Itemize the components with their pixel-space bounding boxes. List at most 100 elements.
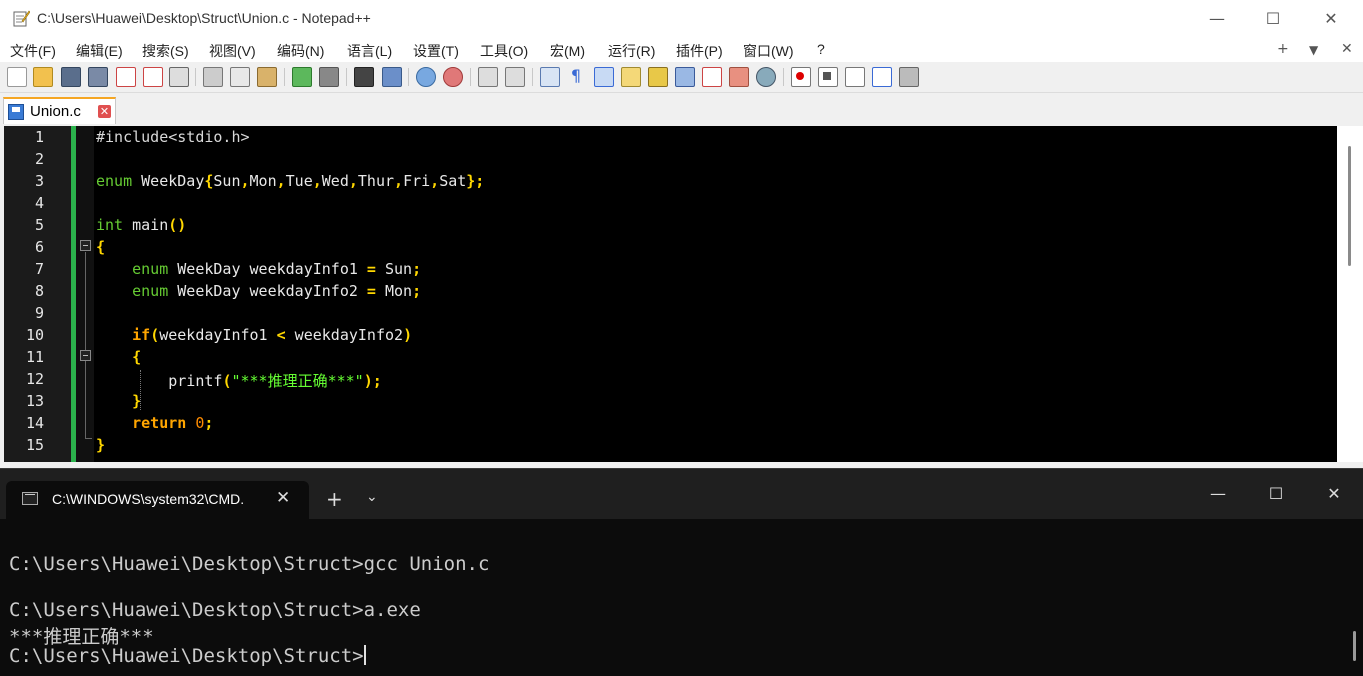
sync-horizontal-icon[interactable] — [505, 67, 525, 87]
monitoring-icon[interactable] — [756, 67, 776, 87]
sync-vertical-icon[interactable] — [478, 67, 498, 87]
maximize-button[interactable]: ☐ — [1250, 6, 1296, 32]
close-all-icon[interactable] — [143, 67, 163, 87]
fold-toggle-icon[interactable] — [80, 350, 91, 361]
menu-bar: 文件(F) 编辑(E) 搜索(S) 视图(V) 编码(N) 语言(L) 设置(T… — [0, 38, 1363, 62]
keyword: enum — [132, 282, 169, 300]
scrollbar-thumb[interactable] — [1348, 146, 1351, 266]
menu-macro[interactable]: 宏(M) — [550, 41, 585, 61]
redo-icon[interactable] — [319, 67, 339, 87]
terminal-scrollbar-thumb[interactable] — [1353, 631, 1356, 661]
toolbar-separator — [408, 68, 409, 86]
tab-union-c[interactable]: Union.c ✕ — [3, 97, 116, 124]
close-button[interactable]: ✕ — [1308, 6, 1354, 32]
terminal-output[interactable]: C:\Users\Huawei\Desktop\Struct>gcc Union… — [0, 519, 1363, 676]
terminal-line: C:\Users\Huawei\Desktop\Struct>gcc Union… — [9, 553, 490, 575]
save-all-icon[interactable] — [88, 67, 108, 87]
identifier: weekdayInfo1 — [159, 326, 268, 344]
new-file-icon[interactable] — [7, 67, 27, 87]
print-icon[interactable] — [169, 67, 189, 87]
title-bar: C:\Users\Huawei\Desktop\Struct\Union.c -… — [0, 0, 1363, 38]
menu-edit[interactable]: 编辑(E) — [76, 41, 123, 61]
menu-window[interactable]: 窗口(W) — [743, 41, 794, 61]
operator: = — [357, 260, 376, 278]
code-line-6: { — [96, 238, 105, 256]
profile-dropdown-icon[interactable]: ⌄ — [366, 489, 378, 505]
tab-list-dropdown[interactable]: ▼ — [1309, 43, 1318, 57]
menu-help[interactable]: ? — [817, 41, 825, 57]
code-line-13: } — [96, 392, 141, 410]
maximize-button[interactable]: ☐ — [1256, 484, 1296, 503]
menu-settings[interactable]: 设置(T) — [413, 41, 459, 61]
document-map-icon[interactable] — [648, 67, 668, 87]
identifier: Sun — [375, 260, 413, 278]
paste-icon[interactable] — [257, 67, 277, 87]
tab-close-icon[interactable]: ✕ — [98, 105, 111, 118]
run-macro-multiple-icon[interactable] — [872, 67, 892, 87]
playback-macro-icon[interactable] — [845, 67, 865, 87]
line-number: 9 — [34, 304, 44, 322]
show-all-characters-icon[interactable]: ¶ — [567, 67, 585, 85]
menu-encoding[interactable]: 编码(N) — [277, 41, 324, 61]
window-title: C:\Users\Huawei\Desktop\Struct\Union.c -… — [37, 10, 371, 26]
terminal-tab-cmd[interactable]: C:\WINDOWS\system32\CMD. ✕ — [6, 481, 309, 519]
find-icon[interactable] — [354, 67, 374, 87]
code-editor[interactable]: 1 2 3 4 5 6 7 8 9 10 11 12 13 14 15 #inc… — [4, 126, 1337, 462]
cmd-icon — [22, 492, 38, 505]
close-file-icon[interactable] — [116, 67, 136, 87]
menu-language[interactable]: 语言(L) — [347, 41, 392, 61]
line-number-gutter: 1 2 3 4 5 6 7 8 9 10 11 12 13 14 15 — [4, 126, 74, 462]
terminal-tab-strip: C:\WINDOWS\system32\CMD. ✕ + ⌄ — ☐ ✕ — [0, 469, 1363, 519]
record-macro-icon[interactable] — [791, 67, 811, 87]
new-tab-button[interactable]: + — [1277, 41, 1289, 57]
menu-view[interactable]: 视图(V) — [209, 41, 256, 61]
fold-end — [85, 438, 92, 439]
word-wrap-icon[interactable] — [540, 67, 560, 87]
open-file-icon[interactable] — [33, 67, 53, 87]
save-icon[interactable] — [61, 67, 81, 87]
vertical-scrollbar[interactable] — [1337, 126, 1363, 462]
menu-search[interactable]: 搜索(S) — [142, 41, 189, 61]
menu-plugins[interactable]: 插件(P) — [676, 41, 723, 61]
zoom-out-icon[interactable] — [443, 67, 463, 87]
enum-value: Thur — [357, 172, 395, 190]
cut-icon[interactable] — [203, 67, 223, 87]
terminal-tab-label: C:\WINDOWS\system32\CMD. — [52, 491, 245, 507]
folder-as-workspace-icon[interactable] — [702, 67, 722, 87]
terminal-prompt-line[interactable]: C:\Users\Huawei\Desktop\Struct> — [9, 645, 366, 667]
menu-file[interactable]: 文件(F) — [10, 41, 56, 61]
identifier: WeekDay — [168, 282, 241, 300]
close-tab-icon[interactable]: ✕ — [276, 488, 290, 508]
menu-run[interactable]: 运行(R) — [608, 41, 655, 61]
line-number: 8 — [34, 282, 44, 300]
code-line-5: int main() — [96, 216, 186, 234]
replace-icon[interactable] — [382, 67, 402, 87]
folder-icon[interactable] — [729, 67, 749, 87]
enum-value: Tue — [285, 172, 313, 190]
new-tab-button[interactable]: + — [326, 487, 343, 511]
control-keyword: if — [132, 326, 151, 344]
code-line-14: return 0; — [96, 414, 213, 432]
function-list-icon[interactable] — [675, 67, 695, 87]
minimize-button[interactable]: — — [1198, 484, 1238, 503]
save-macro-icon[interactable] — [899, 67, 919, 87]
close-document-button[interactable]: ✕ — [1341, 41, 1353, 57]
close-button[interactable]: ✕ — [1314, 484, 1354, 503]
minimize-button[interactable]: — — [1194, 6, 1240, 32]
number-literal: 0 — [186, 414, 205, 432]
zoom-in-icon[interactable] — [416, 67, 436, 87]
toolbar-separator — [470, 68, 471, 86]
parens: () — [168, 216, 187, 234]
undo-icon[interactable] — [292, 67, 312, 87]
stop-recording-icon[interactable] — [818, 67, 838, 87]
menu-tools[interactable]: 工具(O) — [480, 41, 528, 61]
indent-guide-icon[interactable] — [594, 67, 614, 87]
operator: < — [267, 326, 286, 344]
tab-bar: Union.c ✕ — [0, 93, 1363, 124]
copy-icon[interactable] — [230, 67, 250, 87]
code-line-10: if(weekdayInfo1 < weekdayInfo2) — [96, 326, 412, 344]
user-language-icon[interactable] — [621, 67, 641, 87]
code-line-7: enum WeekDay weekdayInfo1 = Sun; — [96, 260, 421, 278]
terminal-line: C:\Users\Huawei\Desktop\Struct>a.exe — [9, 599, 421, 621]
fold-toggle-icon[interactable] — [80, 240, 91, 251]
